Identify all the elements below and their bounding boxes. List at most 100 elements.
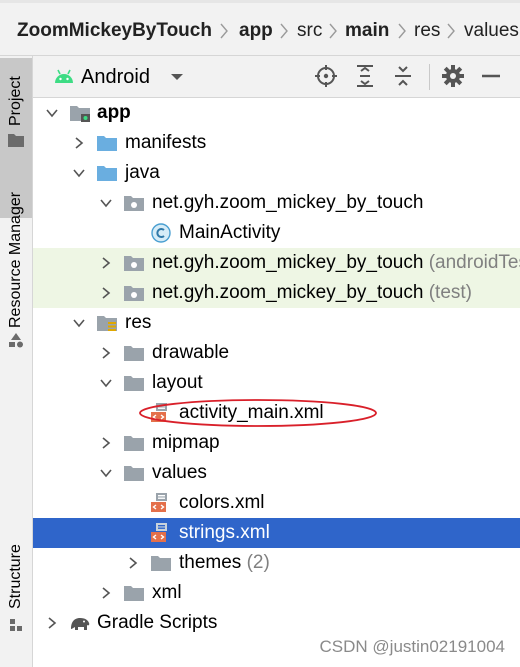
tree-label: manifests	[125, 132, 207, 153]
tree-node-package[interactable]: net.gyh.zoom_mickey_by_touch	[33, 188, 520, 218]
tree-node-drawable[interactable]: drawable	[33, 338, 520, 368]
tree-label: MainActivity	[179, 222, 281, 243]
structure-tool-tab[interactable]: Structure	[0, 534, 32, 634]
tool-window-strip: Project Resource Manager Structure	[0, 56, 33, 667]
chevron-right-icon[interactable]	[99, 346, 113, 360]
chevron-down-icon[interactable]	[72, 166, 86, 180]
toolbar-divider	[429, 64, 430, 90]
breadcrumb-src[interactable]: src	[297, 20, 322, 42]
tree-node-package-test[interactable]: net.gyh.zoom_mickey_by_touch (test)	[33, 278, 520, 308]
view-mode-selector[interactable]: Android	[81, 66, 150, 89]
tree-node-package-android-test[interactable]: net.gyh.zoom_mickey_by_touch (androidTes…	[33, 248, 520, 278]
tree-node-gradle-scripts[interactable]: Gradle Scripts	[33, 608, 520, 638]
tree-label: net.gyh.zoom_mickey_by_touch (test)	[152, 282, 472, 304]
tree-node-app[interactable]: app	[33, 98, 520, 128]
values-xml-file-icon	[151, 523, 167, 542]
chevron-right-icon[interactable]	[99, 256, 113, 270]
folder-icon	[97, 166, 117, 181]
folder-icon	[151, 556, 171, 571]
values-xml-file-icon	[151, 493, 167, 512]
expand-all-icon[interactable]	[355, 65, 375, 87]
structure-tab-label: Structure	[7, 544, 24, 609]
breadcrumb-separator-icon	[329, 23, 337, 39]
hide-icon[interactable]	[481, 65, 501, 87]
chevron-down-icon[interactable]	[99, 376, 113, 390]
chevron-right-icon[interactable]	[72, 136, 86, 150]
project-tab-label: Project	[7, 76, 24, 126]
breadcrumb-separator-icon	[280, 23, 288, 39]
top-strip	[0, 0, 520, 3]
chevron-down-icon[interactable]	[72, 316, 86, 330]
breadcrumb-project[interactable]: ZoomMickeyByTouch	[17, 20, 212, 42]
chevron-right-icon[interactable]	[99, 436, 113, 450]
source-set-suffix: (test)	[428, 282, 472, 303]
tree-label: net.gyh.zoom_mickey_by_touch (androidTes…	[152, 252, 520, 274]
tree-node-colors[interactable]: colors.xml	[33, 488, 520, 518]
class-icon	[151, 223, 171, 243]
chevron-right-icon[interactable]	[99, 586, 113, 600]
structure-icon	[10, 619, 22, 631]
tree-label: Gradle Scripts	[97, 612, 218, 633]
tree-node-layout[interactable]: layout	[33, 368, 520, 398]
android-icon	[55, 69, 73, 83]
folder-icon	[124, 346, 144, 361]
breadcrumb-separator-icon	[398, 23, 406, 39]
module-folder-icon	[70, 106, 90, 122]
chevron-right-icon[interactable]	[99, 286, 113, 300]
folder-icon	[97, 136, 117, 151]
tree-node-main-activity[interactable]: MainActivity	[33, 218, 520, 248]
breadcrumb-main[interactable]: main	[345, 20, 389, 42]
breadcrumb-separator-icon	[220, 23, 228, 39]
tree-node-java[interactable]: java	[33, 158, 520, 188]
source-set-suffix: (androidTest)	[428, 252, 520, 273]
resource-folder-icon	[97, 316, 117, 331]
chevron-down-icon[interactable]	[170, 72, 184, 82]
tree-node-values[interactable]: values	[33, 458, 520, 488]
tree-label: colors.xml	[179, 492, 265, 513]
folder-icon	[124, 586, 144, 601]
locate-icon[interactable]	[315, 65, 337, 87]
chevron-down-icon[interactable]	[45, 106, 59, 120]
tree-label: layout	[152, 372, 203, 393]
tree-node-mipmap[interactable]: mipmap	[33, 428, 520, 458]
package-name: net.gyh.zoom_mickey_by_touch	[152, 252, 424, 273]
tree-label: drawable	[152, 342, 230, 363]
breadcrumb-separator-icon	[447, 23, 455, 39]
resource-manager-tab-label: Resource Manager	[7, 191, 24, 328]
folder-icon	[124, 466, 144, 481]
tree-label: net.gyh.zoom_mickey_by_touch	[152, 192, 424, 213]
tree-label: strings.xml	[179, 522, 270, 543]
tree-node-themes[interactable]: themes (2)	[33, 548, 520, 578]
folder-icon	[8, 134, 24, 147]
package-name: net.gyh.zoom_mickey_by_touch	[152, 282, 424, 303]
collapse-all-icon[interactable]	[393, 65, 413, 87]
folder-icon	[124, 376, 144, 391]
chevron-right-icon[interactable]	[126, 556, 140, 570]
folder-name: themes	[179, 552, 242, 573]
chevron-down-icon[interactable]	[99, 466, 113, 480]
package-icon	[124, 286, 144, 301]
package-icon	[124, 196, 144, 211]
resource-manager-tool-tab[interactable]: Resource Manager	[0, 182, 32, 352]
tree-label: res	[125, 312, 152, 333]
tree-node-manifests[interactable]: manifests	[33, 128, 520, 158]
project-toolbar: Android	[33, 56, 520, 98]
tree-node-res[interactable]: res	[33, 308, 520, 338]
gear-icon[interactable]	[442, 65, 464, 87]
folder-icon	[124, 436, 144, 451]
breadcrumb-res[interactable]: res	[414, 20, 440, 42]
annotation-ellipse	[139, 399, 377, 427]
tree-node-strings[interactable]: strings.xml	[33, 518, 520, 548]
tree-node-xml[interactable]: xml	[33, 578, 520, 608]
chevron-down-icon[interactable]	[99, 196, 113, 210]
tree-label: themes (2)	[179, 552, 270, 574]
chevron-right-icon[interactable]	[45, 616, 59, 630]
gradle-elephant-icon	[71, 618, 90, 630]
breadcrumb-module[interactable]: app	[239, 20, 273, 42]
tree-label: java	[125, 162, 160, 183]
breadcrumb-values[interactable]: values	[464, 20, 519, 42]
tree-label: values	[152, 462, 207, 483]
project-tree: app manifests java net.gyh.zoom_mickey_b…	[33, 98, 520, 667]
watermark: CSDN @justin02191004	[319, 637, 505, 656]
tree-label: mipmap	[152, 432, 220, 453]
